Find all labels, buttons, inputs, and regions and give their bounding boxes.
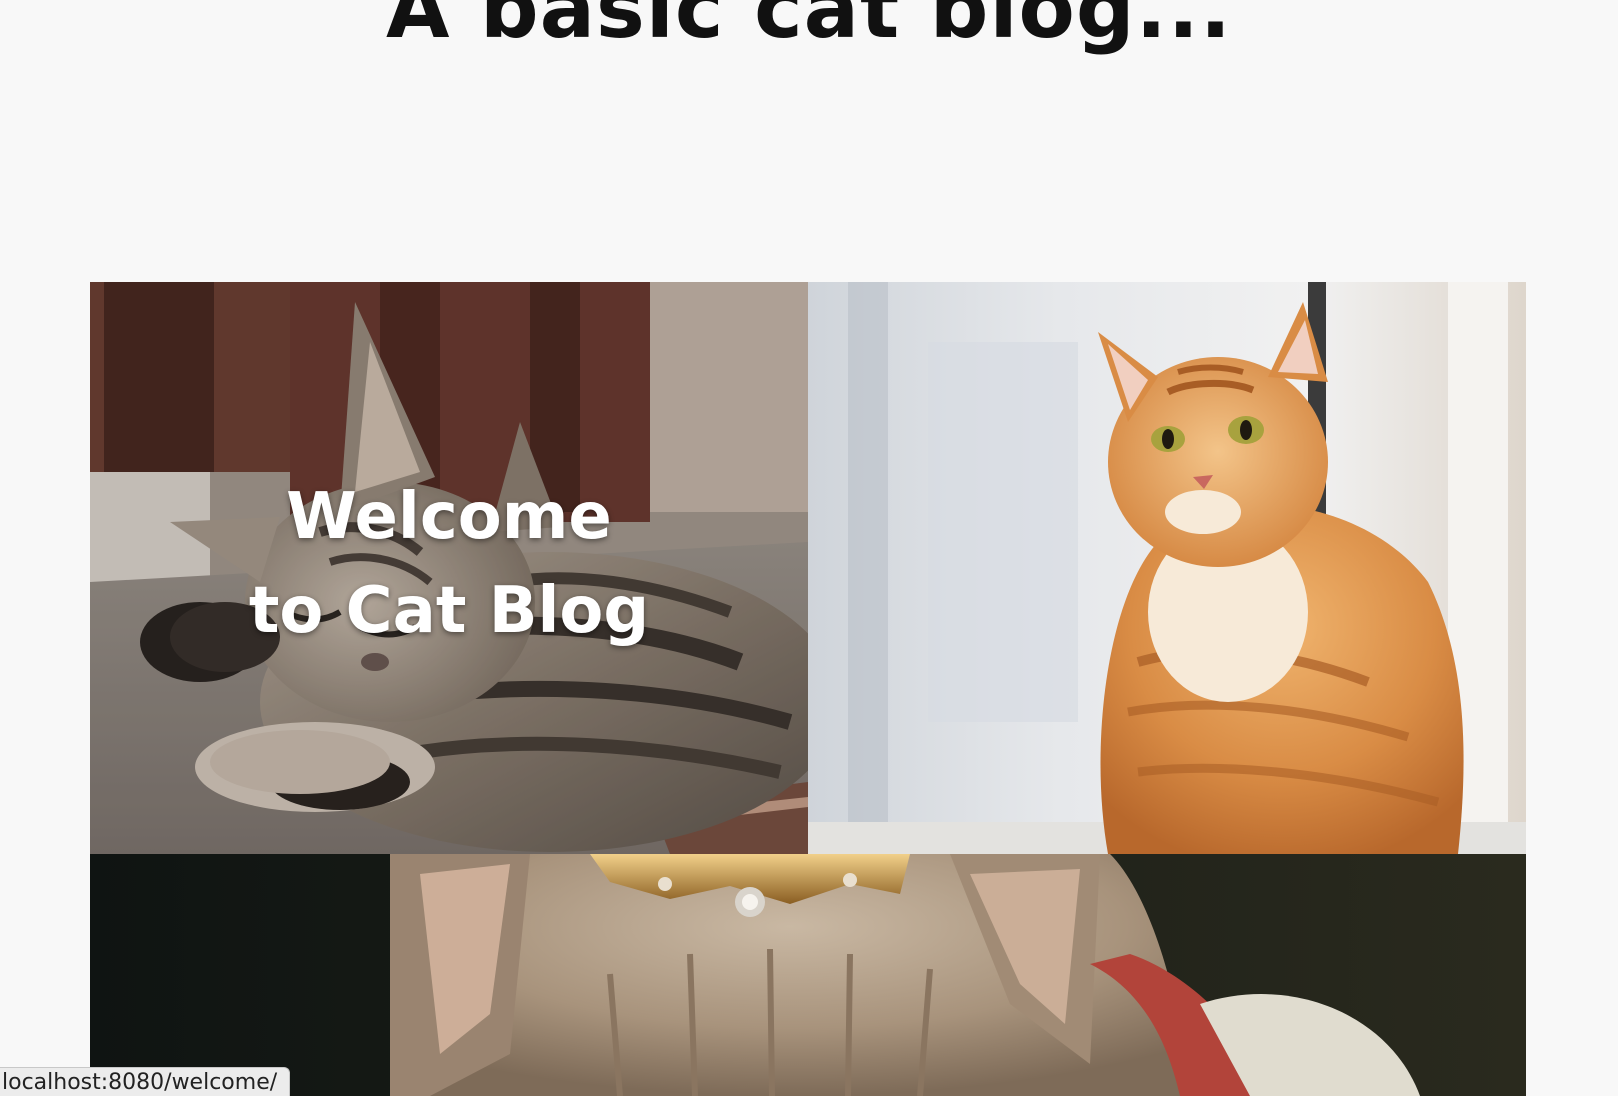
sleeping-kitten-image xyxy=(90,282,808,854)
crowned-cat-image xyxy=(90,854,1526,1096)
kitten-photo-tile[interactable]: Welcome to Cat Blog xyxy=(90,282,808,854)
page: A basic cat blog... Welcome to Cat Blog … xyxy=(0,0,1618,1096)
status-bar-url: localhost:8080/welcome/ xyxy=(0,1067,291,1096)
photo-grid: Welcome to Cat Blog xyxy=(90,282,1526,1096)
page-title: A basic cat blog... xyxy=(385,0,1233,57)
ginger-cat-image xyxy=(808,282,1526,854)
ginger-cat-photo-tile[interactable] xyxy=(808,282,1526,854)
crowned-cat-photo-tile[interactable] xyxy=(90,854,1526,1096)
